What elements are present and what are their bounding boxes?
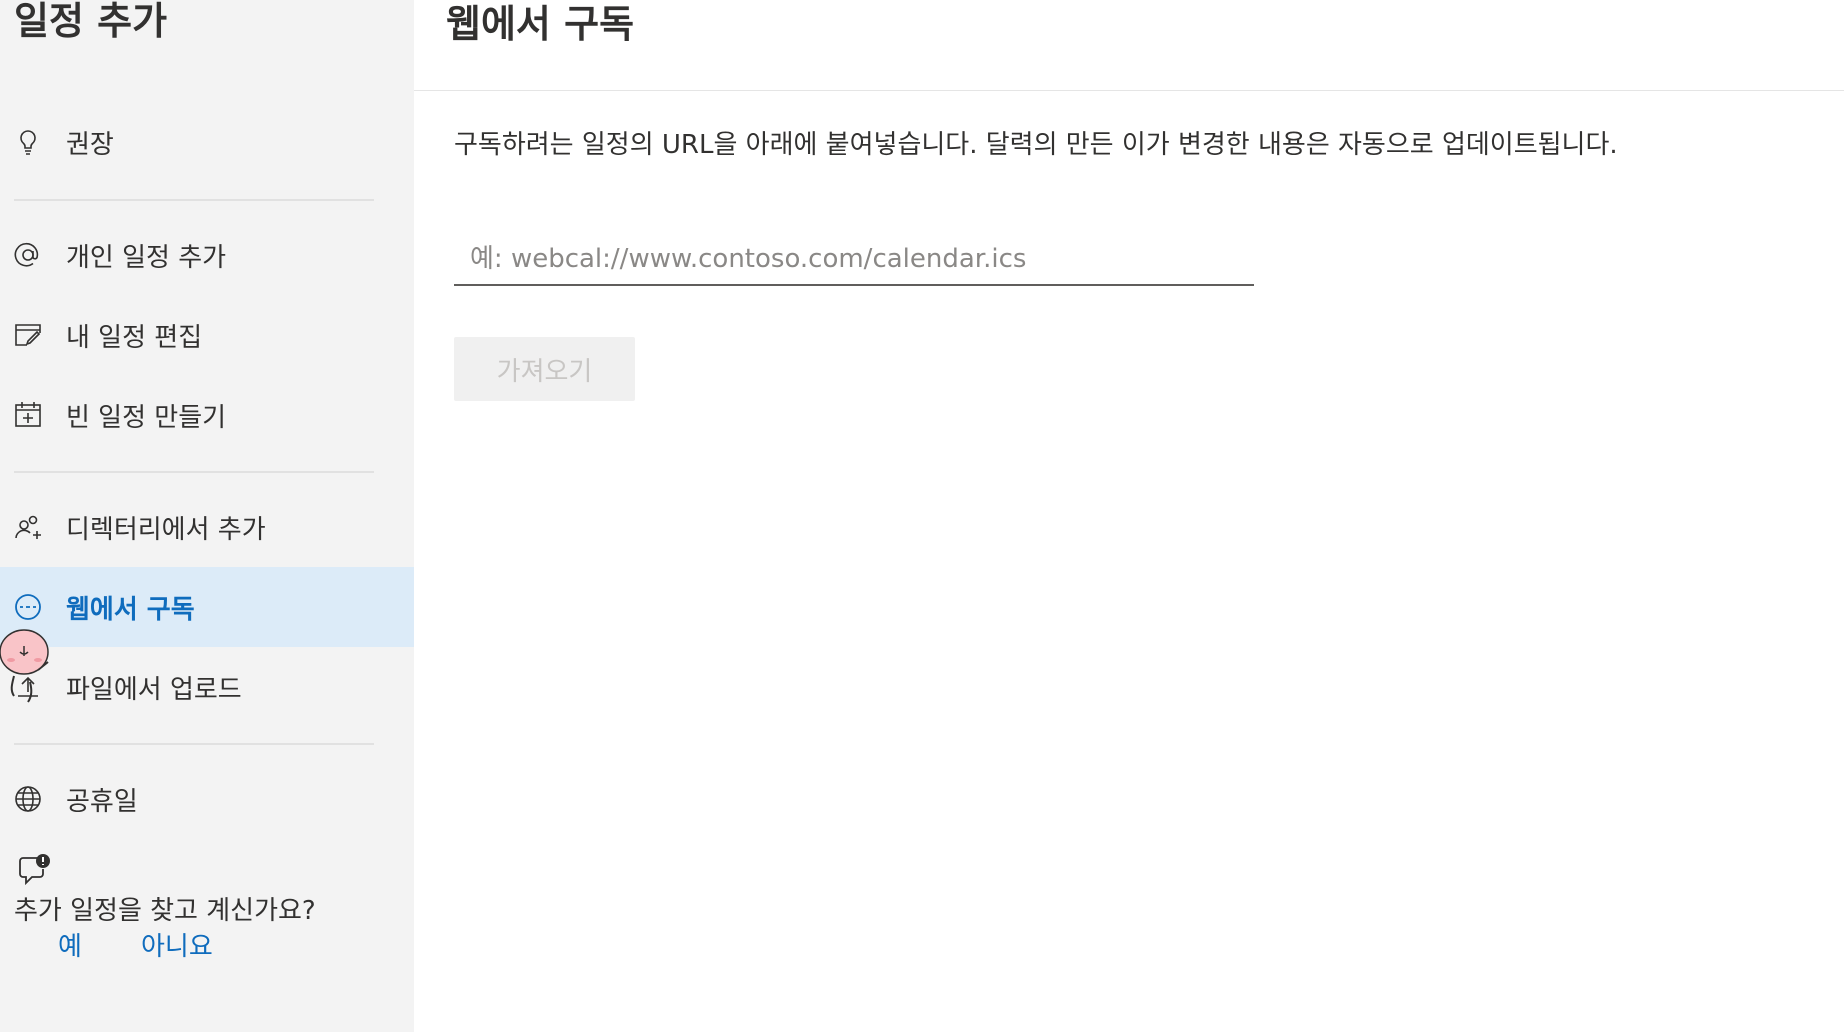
divider bbox=[14, 471, 374, 473]
sidebar-item-label: 공휴일 bbox=[66, 786, 138, 817]
calendar-add-icon bbox=[15, 402, 41, 427]
sidebar-item-label: 개인 일정 추가 bbox=[66, 242, 227, 273]
divider bbox=[14, 199, 374, 201]
sidebar-item-label: 권장 bbox=[66, 129, 114, 160]
feedback-icon bbox=[19, 854, 50, 886]
people-add-icon bbox=[15, 515, 41, 539]
subscribe-description: 구독하려는 일정의 URL을 아래에 붙여넣습니다. 달력의 만든 이가 변경한… bbox=[454, 130, 1618, 160]
main-panel: 웹에서 구독 구독하려는 일정의 URL을 아래에 붙여넣습니다. 달력의 만든… bbox=[414, 0, 1844, 1032]
sidebar-item-holidays[interactable]: 공휴일 bbox=[0, 759, 414, 839]
lightbulb-icon bbox=[20, 130, 36, 155]
at-sign-icon bbox=[14, 243, 39, 267]
sidebar-item-label: 웹에서 구독 bbox=[66, 594, 195, 625]
sidebar: 일정 추가 권장 개인 일정 추가 내 일정 편집 빈 일정 만들기 디렉터리에… bbox=[0, 0, 414, 1032]
divider bbox=[14, 743, 374, 745]
sidebar-title: 일정 추가 bbox=[14, 0, 168, 43]
calendar-url-input[interactable] bbox=[454, 234, 1254, 286]
sidebar-item-label: 파일에서 업로드 bbox=[66, 674, 242, 705]
calendar-edit-icon bbox=[15, 324, 41, 346]
sidebar-item-from-directory[interactable]: 디렉터리에서 추가 bbox=[0, 487, 414, 567]
sidebar-item-create-blank[interactable]: 빈 일정 만들기 bbox=[0, 375, 414, 455]
sidebar-item-label: 빈 일정 만들기 bbox=[66, 402, 227, 433]
feedback-question: 추가 일정을 찾고 계신가요? bbox=[14, 896, 316, 926]
feedback-yes-link[interactable]: 예 bbox=[58, 926, 82, 963]
page-title: 웹에서 구독 bbox=[446, 2, 635, 46]
import-button[interactable]: 가져오기 bbox=[454, 337, 635, 401]
globe-icon bbox=[15, 786, 41, 812]
sidebar-item-edit-calendars[interactable]: 내 일정 편집 bbox=[0, 295, 414, 375]
divider bbox=[414, 90, 1844, 91]
sidebar-item-recommended[interactable]: 권장 bbox=[0, 102, 414, 182]
peach-sticker bbox=[0, 629, 49, 703]
sidebar-item-label: 디렉터리에서 추가 bbox=[66, 514, 266, 545]
sidebar-item-label: 내 일정 편집 bbox=[66, 322, 203, 353]
sidebar-item-add-personal[interactable]: 개인 일정 추가 bbox=[0, 215, 414, 295]
feedback-no-link[interactable]: 아니요 bbox=[141, 926, 213, 963]
